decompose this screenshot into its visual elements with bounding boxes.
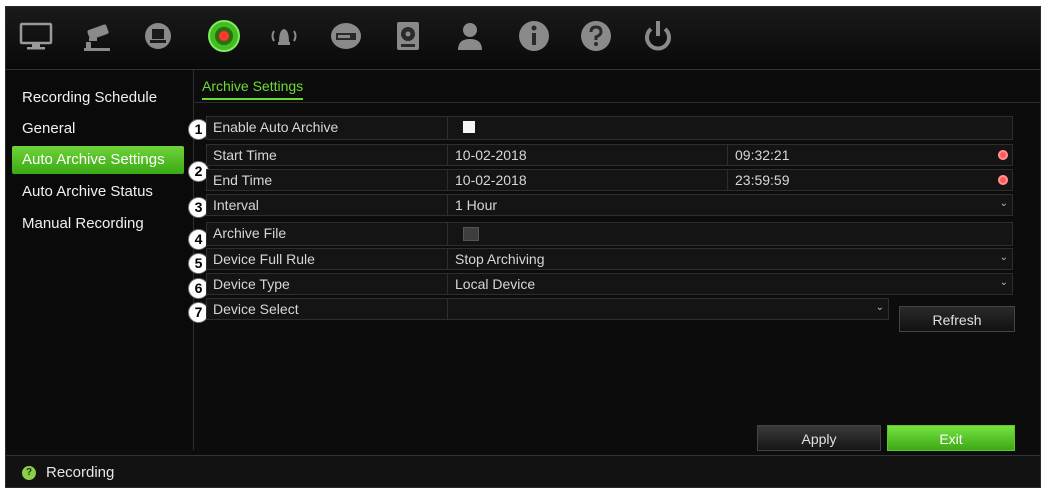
clock-icon[interactable] <box>998 150 1008 160</box>
start-time-field[interactable]: 09:32:21 <box>735 147 790 163</box>
end-time-field[interactable]: 23:59:59 <box>735 172 790 188</box>
archive-file-checkbox[interactable] <box>463 227 479 241</box>
end-date-field[interactable]: 10-02-2018 <box>455 172 527 188</box>
device-full-rule-select[interactable]: Stop Archiving <box>455 251 545 267</box>
sidebar-item-recording-schedule[interactable]: Recording Schedule <box>12 84 184 112</box>
end-time-label: End Time <box>213 172 273 188</box>
device-select-label: Device Select <box>213 301 299 317</box>
archive-file-label: Archive File <box>213 225 287 241</box>
sidebar-item-auto-archive-status[interactable]: Auto Archive Status <box>12 178 184 206</box>
device-type-row: Device Type Local Device ⌄ <box>206 273 1013 295</box>
exit-button[interactable]: Exit <box>887 425 1015 451</box>
refresh-button[interactable]: Refresh <box>899 306 1015 332</box>
device-select-row: Device Select ⌄ <box>206 298 889 320</box>
status-bar: ? Recording <box>6 455 1040 487</box>
start-time-label: Start Time <box>213 147 277 163</box>
column-separator <box>447 145 448 165</box>
monitor-icon[interactable] <box>16 16 56 56</box>
user-icon[interactable] <box>450 16 490 56</box>
hdd-icon[interactable] <box>326 16 366 56</box>
side-menu: Recording Schedule General Auto Archive … <box>6 70 192 450</box>
interval-label: Interval <box>213 197 259 213</box>
top-toolbar <box>6 7 1040 70</box>
enable-auto-archive-label: Enable Auto Archive <box>213 119 339 135</box>
device-type-label: Device Type <box>213 276 290 292</box>
record-icon[interactable] <box>204 16 244 56</box>
help-icon[interactable] <box>576 16 616 56</box>
camera-icon[interactable] <box>78 16 118 56</box>
device-full-rule-row: Device Full Rule Stop Archiving ⌄ <box>206 248 1013 270</box>
column-separator <box>447 117 448 139</box>
device-type-select[interactable]: Local Device <box>455 276 535 292</box>
column-separator <box>447 299 448 319</box>
help-status-icon: ? <box>22 466 36 480</box>
archive-file-row: Archive File <box>206 222 1013 246</box>
column-separator <box>727 170 728 190</box>
device-full-rule-label: Device Full Rule <box>213 251 315 267</box>
enable-auto-archive-checkbox[interactable] <box>463 121 475 133</box>
column-separator <box>727 145 728 165</box>
apply-button[interactable]: Apply <box>757 425 881 451</box>
column-separator <box>447 170 448 190</box>
chevron-down-icon[interactable]: ⌄ <box>1000 277 1008 288</box>
chevron-down-icon[interactable]: ⌄ <box>1000 252 1008 263</box>
start-date-field[interactable]: 10-02-2018 <box>455 147 527 163</box>
tab-bar: Archive Settings <box>194 70 1040 103</box>
storage-icon[interactable] <box>388 16 428 56</box>
chevron-down-icon[interactable]: ⌄ <box>876 302 884 313</box>
column-separator <box>447 223 448 245</box>
status-text: Recording <box>46 464 115 481</box>
enable-auto-archive-row: Enable Auto Archive <box>206 116 1013 140</box>
column-separator <box>447 195 448 215</box>
app-window: Recording Schedule General Auto Archive … <box>5 6 1041 488</box>
column-separator <box>447 249 448 269</box>
start-time-row: Start Time 10-02-2018 09:32:21 <box>206 144 1013 166</box>
end-time-row: End Time 10-02-2018 23:59:59 <box>206 169 1013 191</box>
sidebar-item-auto-archive-settings[interactable]: Auto Archive Settings <box>12 146 184 174</box>
tab-archive-settings[interactable]: Archive Settings <box>202 78 304 100</box>
power-icon[interactable] <box>638 16 678 56</box>
column-separator <box>447 274 448 294</box>
sidebar-item-general[interactable]: General <box>12 115 184 143</box>
sidebar-item-manual-recording[interactable]: Manual Recording <box>12 210 184 238</box>
interval-select[interactable]: 1 Hour <box>455 197 497 213</box>
chevron-down-icon[interactable]: ⌄ <box>1000 198 1008 209</box>
info-icon[interactable] <box>514 16 554 56</box>
clock-icon[interactable] <box>998 175 1008 185</box>
interval-row: Interval 1 Hour ⌄ <box>206 194 1013 216</box>
network-icon[interactable] <box>138 16 178 56</box>
alarm-icon[interactable] <box>264 16 304 56</box>
